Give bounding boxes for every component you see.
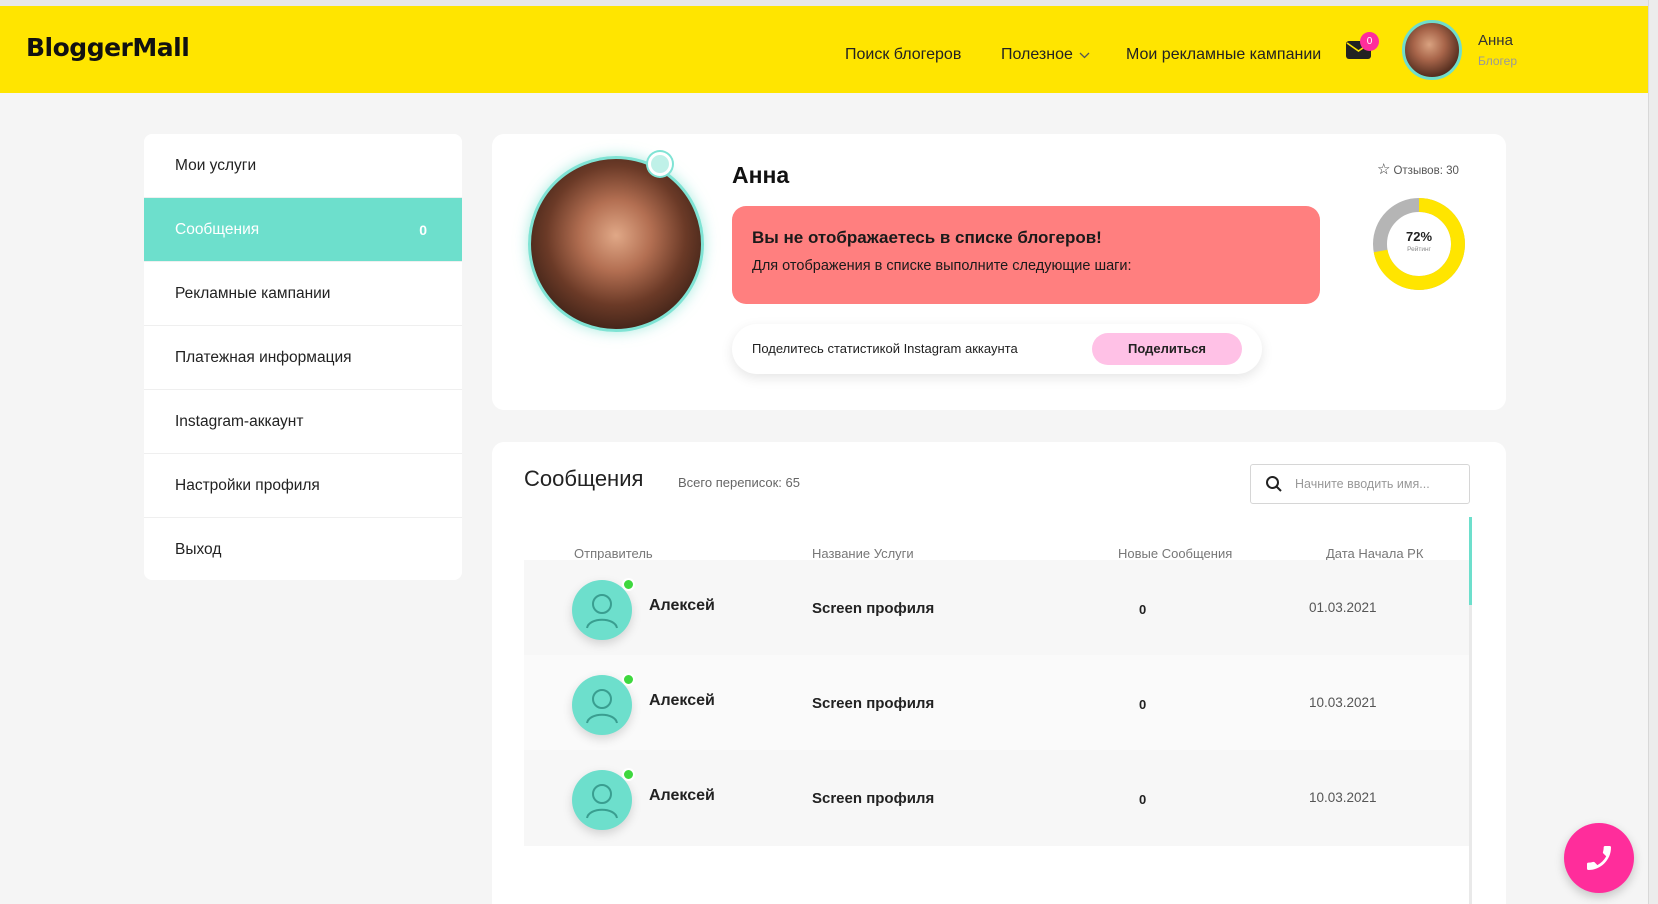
service-name: Screen профиля [812, 695, 935, 712]
column-header-new-messages: Новые Сообщения [1118, 546, 1233, 561]
header-user-name[interactable]: Анна [1478, 32, 1513, 49]
nav-my-campaigns[interactable]: Мои рекламные кампании [1126, 46, 1321, 64]
profile-avatar [528, 156, 704, 332]
sidebar-item-label: Платежная информация [175, 349, 352, 366]
header-avatar[interactable] [1402, 20, 1462, 80]
chevron-down-icon [1079, 48, 1090, 62]
sidebar-item-payment[interactable]: Платежная информация [144, 326, 462, 390]
sidebar-item-logout[interactable]: Выход [144, 518, 462, 580]
new-messages-count: 0 [1139, 602, 1147, 617]
sender-name: Алексей [649, 692, 715, 709]
sidebar-item-label: Мои услуги [175, 157, 257, 174]
search-input[interactable] [1295, 471, 1460, 497]
new-messages-count: 0 [1139, 792, 1147, 807]
search-icon [1265, 475, 1283, 498]
search-box [1250, 464, 1470, 504]
sidebar-item-campaigns[interactable]: Рекламные кампании [144, 262, 462, 326]
sidebar-item-label: Настройки профиля [175, 477, 320, 494]
service-name: Screen профиля [812, 790, 935, 807]
logo[interactable]: BloggerMall [26, 33, 190, 62]
sidebar-item-label: Instagram-аккаунт [175, 413, 304, 430]
start-date: 10.03.2021 [1309, 695, 1377, 710]
nav-search-bloggers[interactable]: Поиск блогеров [845, 46, 961, 64]
visibility-alert: Вы не отображаетесь в списке блогеров! Д… [732, 206, 1320, 304]
messages-count: 0 [419, 222, 427, 238]
star-icon: ☆ [1377, 161, 1391, 178]
sidebar-item-label: Рекламные кампании [175, 285, 331, 302]
online-dot [622, 673, 635, 686]
rating-donut-chart [1373, 198, 1465, 290]
column-header-sender: Отправитель [574, 546, 653, 561]
alert-text: Для отображения в списке выполните следу… [752, 258, 1132, 274]
start-date: 01.03.2021 [1309, 600, 1377, 615]
online-dot [622, 578, 635, 591]
rating-value: 72% [1405, 229, 1433, 244]
sidebar-item-profile-settings[interactable]: Настройки профиля [144, 454, 462, 518]
call-button[interactable] [1564, 823, 1634, 893]
sender-name: Алексей [649, 597, 715, 614]
page-scrollbar[interactable] [1648, 0, 1658, 904]
share-stats-text: Поделитесь статистикой Instagram аккаунт… [752, 341, 1018, 356]
alert-title: Вы не отображаетесь в списке блогеров! [752, 228, 1102, 247]
nav-useful[interactable]: Полезное [1001, 46, 1090, 64]
sidebar-item-messages[interactable]: Сообщения 0 [144, 198, 462, 262]
column-header-start-date: Дата Начала РК [1326, 546, 1424, 561]
rating-donut: 72% Рейтинг [1367, 192, 1471, 296]
reviews-count[interactable]: ☆ Отзывов: 30 [1377, 160, 1459, 178]
reviews-label: Отзывов: 30 [1393, 165, 1459, 177]
table-row[interactable]: Алексей Screen профиля 0 10.03.2021 [524, 750, 1469, 846]
messages-total: Всего переписок: 65 [678, 475, 800, 490]
messages-title: Сообщения [524, 466, 644, 491]
messages-card: Сообщения Всего переписок: 65 Отправител… [492, 442, 1506, 904]
header-user-role: Блогер [1478, 54, 1518, 68]
profile-card: Анна Вы не отображаетесь в списке блогер… [492, 134, 1506, 410]
share-stats-row: Поделитесь статистикой Instagram аккаунт… [732, 324, 1262, 374]
online-status-indicator [648, 152, 672, 176]
share-button[interactable]: Поделиться [1092, 333, 1242, 365]
mail-count-badge: 0 [1360, 32, 1379, 51]
sender-name: Алексей [649, 787, 715, 804]
start-date: 10.03.2021 [1309, 790, 1377, 805]
table-row[interactable]: Алексей Screen профиля 0 10.03.2021 [524, 655, 1469, 751]
service-name: Screen профиля [812, 600, 935, 617]
new-messages-count: 0 [1139, 697, 1147, 712]
table-scrollbar-thumb[interactable] [1469, 517, 1472, 605]
online-dot [622, 768, 635, 781]
rating-label: Рейтинг [1407, 246, 1431, 253]
sidebar: Мои услуги Сообщения 0 Рекламные кампании… [144, 134, 462, 580]
sidebar-item-label: Сообщения [175, 221, 260, 238]
table-row[interactable]: Алексей Screen профиля 0 01.03.2021 [524, 560, 1469, 656]
nav-useful-label: Полезное [1001, 46, 1073, 63]
sidebar-item-label: Выход [175, 541, 222, 558]
sidebar-item-my-services[interactable]: Мои услуги [144, 134, 462, 198]
sidebar-item-instagram[interactable]: Instagram-аккаунт [144, 390, 462, 454]
column-header-service: Название Услуги [812, 546, 914, 561]
profile-name: Анна [732, 162, 790, 188]
table-scrollbar[interactable] [1469, 517, 1472, 904]
phone-icon [1587, 846, 1611, 870]
